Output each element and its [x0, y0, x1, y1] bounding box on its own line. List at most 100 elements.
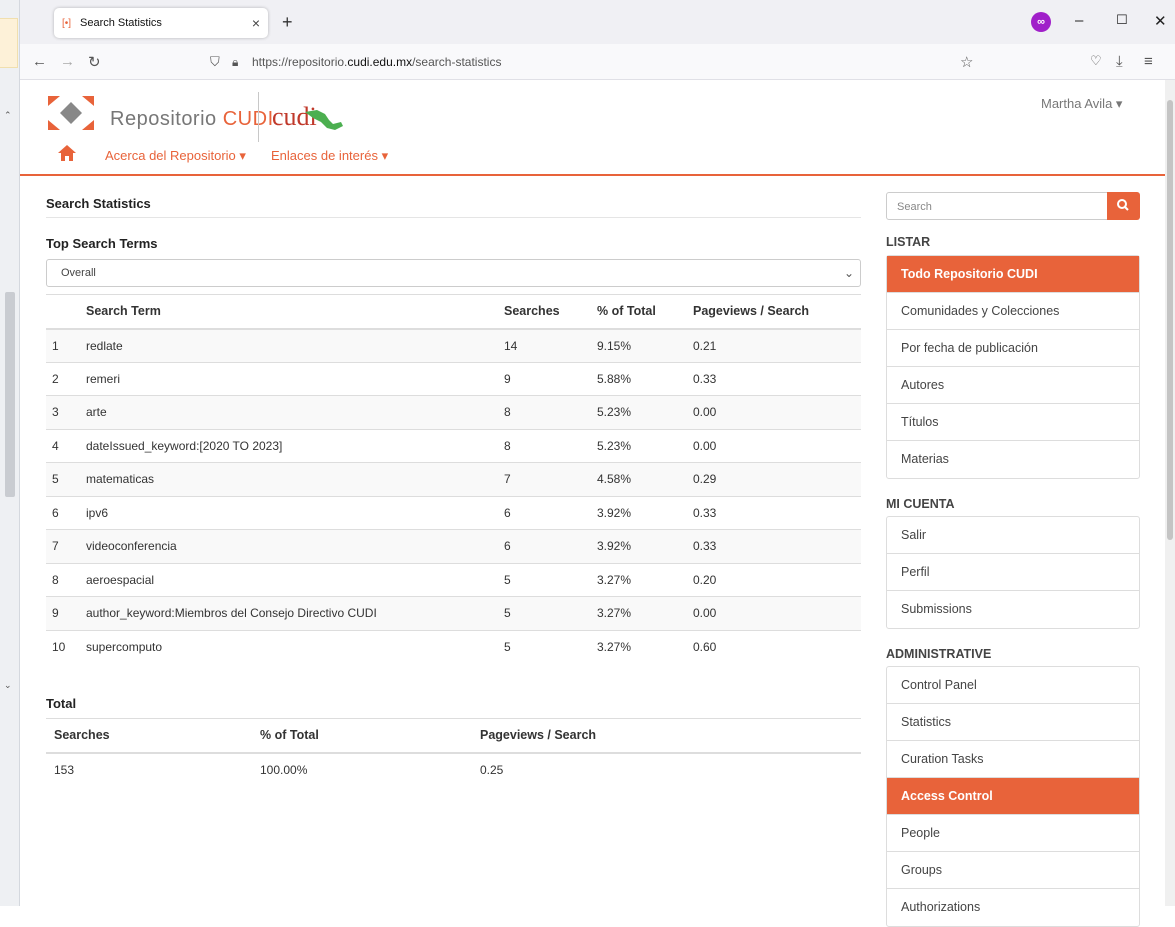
top-terms-heading: Top Search Terms [46, 236, 158, 251]
background-scrollbar-thumb[interactable] [5, 292, 15, 497]
table-row: 8 aeroespacial 5 3.27% 0.20 [46, 562, 861, 597]
term-cell: aeroespacial [86, 562, 504, 597]
table-row: 7 videoconferencia 6 3.92% 0.33 [46, 529, 861, 563]
maximize-button[interactable]: ☐ [1116, 12, 1128, 28]
lock-icon[interactable]: 🔒︎ [232, 55, 252, 70]
close-tab-icon[interactable]: × [252, 15, 260, 31]
new-tab-button[interactable]: + [282, 12, 293, 33]
forward-icon[interactable]: → [60, 53, 75, 70]
period-select[interactable]: Overall ⌄ [46, 259, 861, 287]
user-caret-icon: ▾ [1115, 96, 1123, 111]
chevron-down-icon: ⌄ [843, 266, 854, 280]
sidebar-item-statistics[interactable]: Statistics [887, 704, 1139, 741]
term-cell: dateIssued_keyword:[2020 TO 2023] [86, 428, 504, 463]
menu-about-caret-icon: ▾ [239, 148, 246, 163]
search-button[interactable] [1107, 192, 1140, 220]
sidebar-item-access-control[interactable]: Access Control [887, 778, 1139, 815]
rank-cell: 7 [46, 529, 86, 563]
searches-cell: 5 [504, 596, 597, 630]
sidebar-item-todo-repositorio-cudi[interactable]: Todo Repositorio CUDI [887, 256, 1139, 293]
sidebar-item-salir[interactable]: Salir [887, 517, 1139, 554]
search-terms-table: Search Term Searches % of Total Pageview… [46, 294, 861, 664]
sidebar-item-materias[interactable]: Materias [887, 441, 1139, 478]
pageviews-cell: 0.20 [693, 562, 861, 597]
pageviews-cell: 0.00 [693, 395, 861, 429]
searches-cell: 6 [504, 529, 597, 563]
pct-cell: 5.23% [597, 428, 693, 463]
sidebar-section-title: MI CUENTA [886, 497, 955, 511]
sidebar-item-control-panel[interactable]: Control Panel [887, 667, 1139, 704]
pct-cell: 3.92% [597, 495, 693, 530]
url-prefix: https://repositorio. [252, 55, 348, 69]
page-title: Search Statistics [46, 196, 151, 211]
pageviews-cell: 0.33 [693, 529, 861, 563]
rank-cell: 10 [46, 629, 86, 664]
totals-header-pct: % of Total [252, 718, 472, 754]
term-cell: videoconferencia [86, 529, 504, 563]
pct-cell: 3.27% [597, 562, 693, 597]
sidebar-item-curation-tasks[interactable]: Curation Tasks [887, 741, 1139, 778]
sidebar-item-groups[interactable]: Groups [887, 852, 1139, 889]
address-bar[interactable]: ⛉ 🔒︎ https://repositorio. cudi.edu.mx/sea… [210, 48, 995, 76]
table-row: 4 dateIssued_keyword:[2020 TO 2023] 8 5.23%… [46, 428, 861, 463]
background-highlight [0, 18, 18, 68]
pocket-icon[interactable]: ♡ [1090, 53, 1102, 69]
repository-logo-icon[interactable] [46, 94, 96, 132]
favicon-icon: [•] [62, 17, 72, 29]
sidebar-item-titulos[interactable]: Títulos [887, 404, 1139, 441]
tab-title: Search Statistics [80, 17, 162, 29]
download-icon[interactable]: ⤓ [1116, 53, 1123, 70]
minimize-button[interactable]: – [1075, 12, 1083, 29]
pct-cell: 9.15% [597, 328, 693, 362]
user-menu[interactable]: Martha Avila ▾ [1041, 96, 1122, 112]
totals-row: 153 100.00% 0.25 [46, 753, 861, 787]
star-icon[interactable]: ☆ [960, 53, 973, 71]
background-window-strip: ⌃ ⌄ [0, 0, 20, 906]
shield-icon[interactable]: ⛉ [210, 54, 232, 70]
table-row: 9 author_keyword:Miembros del Consejo Dir… [46, 596, 861, 630]
reload-icon[interactable]: ↻ [88, 53, 101, 71]
title-divider [46, 217, 861, 218]
table-row: 10 supercomputo 5 3.27% 0.60 [46, 629, 861, 664]
home-icon[interactable] [57, 144, 77, 162]
browser-window: [•] Search Statistics × + ∞ – ☐ ✕ ← → ↻ … [20, 0, 1175, 927]
sidebar-list: Control Panel Statistics Curation Tasks Acc… [886, 666, 1140, 927]
scrollbar-thumb[interactable] [1167, 100, 1173, 540]
menu-icon[interactable]: ≡ [1144, 53, 1153, 70]
menu-links-caret-icon: ▾ [381, 148, 389, 163]
rank-cell: 1 [46, 328, 86, 362]
term-cell: ipv6 [86, 495, 504, 530]
table-header-row: Search Term Searches % of Total Pageview… [46, 294, 861, 330]
header-pct: % of Total [597, 294, 693, 330]
browser-tab[interactable]: [•] Search Statistics × [54, 8, 268, 38]
menu-links-label: Enlaces de interés [271, 148, 378, 163]
sidebar-item-submissions[interactable]: Submissions [887, 591, 1139, 628]
pct-cell: 4.58% [597, 462, 693, 496]
back-icon[interactable]: ← [32, 53, 47, 70]
extension-icon[interactable]: ∞ [1031, 12, 1051, 32]
sidebar-item-autores[interactable]: Autores [887, 367, 1139, 404]
mexico-map-icon [305, 110, 343, 130]
pct-cell: 5.88% [597, 361, 693, 396]
searches-cell: 5 [504, 562, 597, 597]
navigation-bar: ← → ↻ ⛉ 🔒︎ https://repositorio. cudi.edu.… [20, 44, 1175, 80]
scroll-down-icon[interactable]: ⌄ [4, 680, 12, 691]
page-scrollbar[interactable] [1165, 80, 1175, 906]
sidebar-item-authorizations[interactable]: Authorizations [887, 889, 1139, 926]
menu-about[interactable]: Acerca del Repositorio ▾ [105, 148, 246, 164]
repository-logo-text[interactable]: Repositorio CUDI [110, 108, 274, 131]
scroll-up-icon[interactable]: ⌃ [4, 110, 12, 121]
header-searches: Searches [504, 294, 597, 330]
logo-divider [258, 92, 259, 142]
pageviews-cell: 0.00 [693, 428, 861, 463]
sidebar-item-people[interactable]: People [887, 815, 1139, 852]
close-window-button[interactable]: ✕ [1154, 12, 1167, 30]
sidebar-item-perfil[interactable]: Perfil [887, 554, 1139, 591]
search-input[interactable]: Search [886, 192, 1108, 220]
sidebar-item-por-fecha-de-publicacion[interactable]: Por fecha de publicación [887, 330, 1139, 367]
menu-links[interactable]: Enlaces de interés ▾ [271, 148, 388, 164]
sidebar-item-comunidades-y-colecciones[interactable]: Comunidades y Colecciones [887, 293, 1139, 330]
rank-cell: 8 [46, 562, 86, 597]
table-row: 6 ipv6 6 3.92% 0.33 [46, 495, 861, 530]
pageviews-cell: 0.21 [693, 328, 861, 362]
